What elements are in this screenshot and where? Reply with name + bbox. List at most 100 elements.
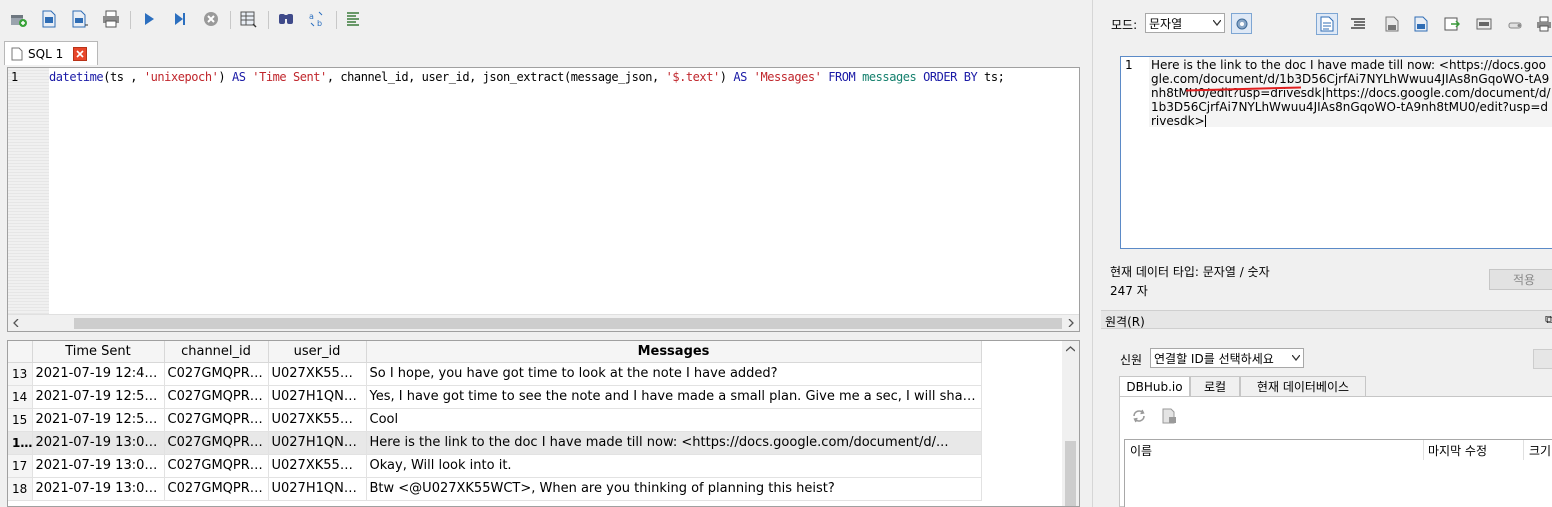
identity-select[interactable]: 연결할 ID를 선택하세요 [1150,348,1304,368]
cell-channel-id[interactable]: C027GMQPRPZ [164,362,269,386]
apply-button[interactable]: 적용 [1489,269,1552,290]
cell-channel-id[interactable]: C027GMQPRPZ [164,385,269,409]
table-row-selected[interactable]: 16 2021-07-19 13:00:03 C027GMQPRPZ U027H… [8,431,982,455]
list-header-size[interactable]: 크기 [1529,442,1551,459]
tab-dbhub[interactable]: DBHub.io [1119,376,1190,397]
cell-time-sent[interactable]: 2021-07-19 12:56:27 [32,385,165,409]
column-header-channel-id[interactable]: channel_id [164,341,269,363]
results-grid[interactable]: Time Sent channel_id user_id Messages 13… [7,340,1080,507]
print-icon[interactable] [1533,13,1552,35]
save-results-icon[interactable] [239,9,259,29]
print-icon[interactable] [101,9,121,29]
list-header-modified[interactable]: 마지막 수정 [1428,442,1487,459]
sql-token: ) [218,70,232,84]
cell-user-id[interactable]: U027H1QN8MD [268,431,367,455]
toolbar-separator [230,11,231,29]
scroll-right-icon[interactable] [1065,317,1077,329]
cell-channel-id[interactable]: C027GMQPRPZ [164,431,269,455]
row-number-header [8,341,33,363]
cell-user-id[interactable]: U027XK55WCT [268,454,367,478]
table-row[interactable]: 18 2021-07-19 13:01:33 C027GMQPRPZ U027H… [8,477,982,501]
tab-current-database[interactable]: 현재 데이터베이스 [1240,376,1366,396]
svg-text:a: a [309,12,314,21]
results-table: Time Sent channel_id user_id Messages 13… [8,341,982,501]
cell-value-text[interactable]: Here is the link to the doc I have made … [1151,58,1551,128]
auto-format-icon[interactable] [1347,13,1369,35]
cell-message[interactable]: Here is the link to the doc I have made … [366,431,982,455]
remote-file-list[interactable]: 이름 마지막 수정 크기 [1124,439,1552,507]
scrollbar-thumb[interactable] [74,318,1062,329]
editor-horizontal-scrollbar[interactable] [8,314,1079,331]
editor-tab-bar: SQL 1 [0,38,1090,66]
export-icon[interactable] [1410,13,1432,35]
refresh-icon[interactable] [1130,407,1148,425]
new-tab-icon[interactable] [8,9,28,29]
cell-time-sent[interactable]: 2021-07-19 13:01:33 [32,477,165,501]
column-header-time-sent[interactable]: Time Sent [32,341,165,363]
restore-panel-icon[interactable]: ⧉ [1545,313,1552,327]
column-header-user-id[interactable]: user_id [268,341,367,363]
execute-line-icon[interactable] [170,9,190,29]
find-replace-icon[interactable]: ab [307,9,327,29]
cell-time-sent[interactable]: 2021-07-19 13:00:40 [32,454,165,478]
cell-channel-id[interactable]: C027GMQPRPZ [164,408,269,432]
clear-icon[interactable] [1504,13,1526,35]
import-icon[interactable] [1381,13,1403,35]
scroll-up-icon[interactable] [1066,345,1075,353]
row-number: 13 [8,362,33,386]
column-divider [1523,440,1524,460]
char-count-label: 247 자 [1110,284,1148,298]
identity-manage-icon[interactable] [1533,349,1552,369]
cell-message[interactable]: So I hope, you have got time to look at … [366,362,982,386]
sql-token: FROM [828,70,856,84]
cell-message[interactable]: Okay, Will look into it. [366,454,982,478]
table-row[interactable]: 17 2021-07-19 13:00:40 C027GMQPRPZ U027X… [8,454,982,478]
column-header-messages[interactable]: Messages [366,341,982,363]
close-icon[interactable] [73,46,87,61]
cell-time-sent[interactable]: 2021-07-19 12:56:33 [32,408,165,432]
export-to-file-icon[interactable] [1441,13,1463,35]
execute-all-icon[interactable] [139,9,159,29]
cell-user-id[interactable]: U027H1QN8MD [268,385,367,409]
save-sql-icon[interactable] [70,9,90,29]
cell-message[interactable]: Btw <@U027XK55WCT>, When are you thinkin… [366,477,982,501]
set-null-icon[interactable] [1473,13,1495,35]
cell-user-id[interactable]: U027XK55WCT [268,362,367,386]
sql-token: (ts , [103,70,144,84]
list-header-name[interactable]: 이름 [1130,442,1152,459]
table-row[interactable]: 14 2021-07-19 12:56:27 C027GMQPRPZ U027H… [8,385,982,409]
scroll-left-icon[interactable] [10,317,22,329]
stop-icon[interactable] [201,9,221,29]
tab-sql-1[interactable]: SQL 1 [4,41,98,65]
cell-user-id[interactable]: U027XK55WCT [268,408,367,432]
table-row[interactable]: 15 2021-07-19 12:56:33 C027GMQPRPZ U027X… [8,408,982,432]
mode-select[interactable]: 문자열 [1145,13,1225,33]
cell-time-sent[interactable]: 2021-07-19 12:47:47 [32,362,165,386]
cell-message[interactable]: Yes, I have got time to see the note and… [366,385,982,409]
sql-token: messages [862,70,917,84]
tab-local[interactable]: 로컬 [1190,376,1240,396]
cell-value-editor[interactable]: 1 Here is the link to the doc I have mad… [1120,56,1552,249]
sql-token: 'Messages' [753,70,822,84]
cell-channel-id[interactable]: C027GMQPRPZ [164,477,269,501]
sql-token: ts; [977,70,1005,84]
sql-code-line[interactable]: datetime(ts , 'unixepoch') AS 'Time Sent… [49,70,1005,84]
find-icon[interactable] [276,9,296,29]
scrollbar-thumb[interactable] [1065,441,1076,506]
sql-token: ORDER BY [923,70,978,84]
open-sql-icon[interactable] [39,9,59,29]
cell-time-sent[interactable]: 2021-07-19 13:00:03 [32,431,165,455]
cell-user-id[interactable]: U027H1QN8MD [268,477,367,501]
cell-message[interactable]: Cool [366,408,982,432]
results-vertical-scrollbar[interactable] [1062,341,1079,506]
comment-icon[interactable] [343,9,363,29]
word-wrap-icon[interactable] [1316,13,1338,35]
sql-editor[interactable]: 1 datetime(ts , 'unixepoch') AS 'Time Se… [7,67,1080,332]
clone-database-icon[interactable] [1160,407,1178,425]
auto-switch-mode-icon[interactable] [1231,13,1252,34]
column-divider [1423,440,1424,460]
table-row[interactable]: 13 2021-07-19 12:47:47 C027GMQPRPZ U027X… [8,362,982,386]
cell-channel-id[interactable]: C027GMQPRPZ [164,454,269,478]
remote-tab-panel: 이름 마지막 수정 크기 [1119,396,1552,507]
